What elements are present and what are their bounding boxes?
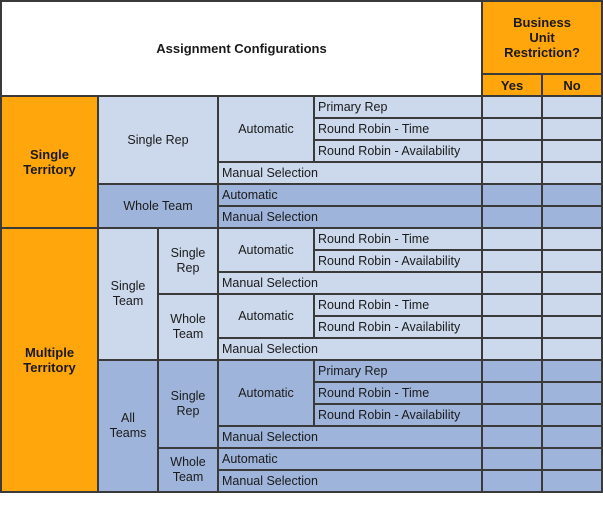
no-checkbox-cell[interactable] [541, 95, 603, 119]
whole-team-cell: Whole Team [97, 183, 219, 229]
title-cell: Assignment Configurations [0, 0, 484, 97]
no-checkbox-cell[interactable] [541, 227, 603, 251]
automatic-cell: Automatic [216, 183, 484, 207]
round-robin-availability-cell: Round Robin - Availability [312, 315, 484, 339]
yes-checkbox-cell[interactable] [481, 315, 544, 339]
no-checkbox-cell[interactable] [541, 447, 603, 471]
manual-selection-cell: Manual Selection [216, 337, 484, 361]
table-title: Assignment Configurations [156, 41, 327, 56]
round-robin-availability-cell: Round Robin - Availability [312, 249, 484, 273]
yes-checkbox-cell[interactable] [481, 117, 544, 141]
manual-selection-cell: Manual Selection [216, 469, 484, 493]
no-checkbox-cell[interactable] [541, 183, 603, 207]
yes-checkbox-cell[interactable] [481, 183, 544, 207]
manual-selection-cell: Manual Selection [216, 271, 484, 295]
no-checkbox-cell[interactable] [541, 315, 603, 339]
no-checkbox-cell[interactable] [541, 469, 603, 493]
yes-checkbox-cell[interactable] [481, 337, 544, 361]
no-checkbox-cell[interactable] [541, 381, 603, 405]
no-checkbox-cell[interactable] [541, 205, 603, 229]
single-rep-cell: Single Rep [157, 227, 219, 295]
whole-team-cell: Whole Team [157, 293, 219, 361]
no-checkbox-cell[interactable] [541, 249, 603, 273]
yes-header: Yes [481, 73, 544, 97]
single-rep-cell: Single Rep [97, 95, 219, 185]
single-territory-cell: Single Territory [0, 95, 99, 229]
automatic-cell: Automatic [216, 447, 484, 471]
multiple-territory-cell: Multiple Territory [0, 227, 99, 493]
yes-checkbox-cell[interactable] [481, 403, 544, 427]
no-header: No [541, 73, 603, 97]
no-checkbox-cell[interactable] [541, 117, 603, 141]
yes-checkbox-cell[interactable] [481, 95, 544, 119]
no-checkbox-cell[interactable] [541, 139, 603, 163]
assignment-configurations-table: Assignment Configurations Business Unit … [0, 0, 603, 493]
yes-checkbox-cell[interactable] [481, 271, 544, 295]
round-robin-time-cell: Round Robin - Time [312, 293, 484, 317]
automatic-cell: Automatic [217, 227, 315, 273]
no-checkbox-cell[interactable] [541, 425, 603, 449]
single-rep-cell: Single Rep [157, 359, 219, 449]
no-checkbox-cell[interactable] [541, 359, 603, 383]
automatic-cell: Automatic [217, 293, 315, 339]
no-checkbox-cell[interactable] [541, 161, 603, 185]
no-checkbox-cell[interactable] [541, 293, 603, 317]
yes-checkbox-cell[interactable] [481, 205, 544, 229]
automatic-cell: Automatic [217, 359, 315, 427]
yes-checkbox-cell[interactable] [481, 293, 544, 317]
round-robin-time-cell: Round Robin - Time [312, 117, 484, 141]
yes-checkbox-cell[interactable] [481, 359, 544, 383]
round-robin-time-cell: Round Robin - Time [312, 227, 484, 251]
round-robin-availability-cell: Round Robin - Availability [312, 139, 484, 163]
all-teams-cell: All Teams [97, 359, 159, 493]
primary-rep-cell: Primary Rep [312, 95, 484, 119]
round-robin-availability-cell: Round Robin - Availability [312, 403, 484, 427]
single-team-cell: Single Team [97, 227, 159, 361]
manual-selection-cell: Manual Selection [216, 425, 484, 449]
whole-team-cell: Whole Team [157, 447, 219, 493]
no-checkbox-cell[interactable] [541, 337, 603, 361]
yes-checkbox-cell[interactable] [481, 249, 544, 273]
manual-selection-cell: Manual Selection [216, 161, 484, 185]
round-robin-time-cell: Round Robin - Time [312, 381, 484, 405]
yes-checkbox-cell[interactable] [481, 425, 544, 449]
yes-checkbox-cell[interactable] [481, 447, 544, 471]
manual-selection-cell: Manual Selection [216, 205, 484, 229]
no-checkbox-cell[interactable] [541, 271, 603, 295]
business-unit-restriction-header: Business Unit Restriction? [481, 0, 603, 75]
yes-checkbox-cell[interactable] [481, 139, 544, 163]
no-checkbox-cell[interactable] [541, 403, 603, 427]
yes-checkbox-cell[interactable] [481, 227, 544, 251]
yes-checkbox-cell[interactable] [481, 469, 544, 493]
yes-checkbox-cell[interactable] [481, 161, 544, 185]
automatic-cell: Automatic [217, 95, 315, 163]
primary-rep-cell: Primary Rep [312, 359, 484, 383]
yes-checkbox-cell[interactable] [481, 381, 544, 405]
